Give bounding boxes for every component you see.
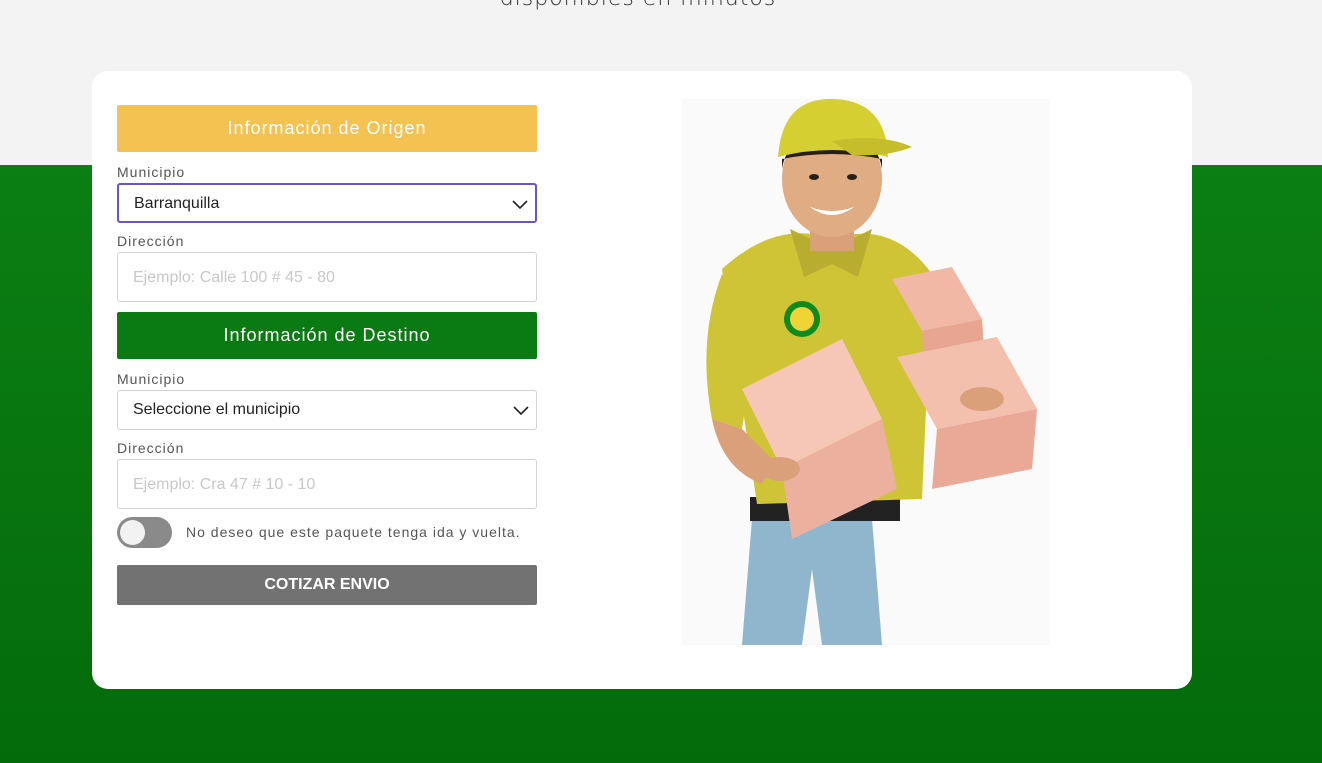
delivery-person-image <box>682 99 1050 645</box>
destination-header: Información de Destino <box>117 312 537 359</box>
destination-direccion-label: Dirección <box>117 440 185 456</box>
origin-direccion-placeholder: Ejemplo: Calle 100 # 45 - 80 <box>133 269 335 286</box>
toggle-knob <box>120 520 145 545</box>
chevron-down-icon <box>513 406 529 416</box>
origin-municipio-label: Municipio <box>117 164 186 180</box>
destination-direccion-input[interactable]: Ejemplo: Cra 47 # 10 - 10 <box>117 459 537 509</box>
chevron-down-icon <box>512 200 528 210</box>
destination-direccion-placeholder: Ejemplo: Cra 47 # 10 - 10 <box>133 476 316 493</box>
origin-direccion-label: Dirección <box>117 233 185 249</box>
hero-subtitle: disponibles en minutos <box>0 0 1276 11</box>
origin-municipio-select[interactable]: Barranquilla <box>117 183 537 223</box>
origin-municipio-value: Barranquilla <box>134 195 220 212</box>
round-trip-toggle[interactable] <box>117 517 172 548</box>
quote-card: Información de Origen Municipio Barranqu… <box>92 71 1192 689</box>
round-trip-label: No deseo que este paquete tenga ida y vu… <box>186 524 521 540</box>
origin-direccion-input[interactable]: Ejemplo: Calle 100 # 45 - 80 <box>117 252 537 302</box>
quote-button[interactable]: COTIZAR ENVIO <box>117 565 537 605</box>
destination-municipio-select[interactable]: Seleccione el municipio <box>117 390 537 430</box>
destination-municipio-value: Seleccione el municipio <box>133 401 301 418</box>
destination-municipio-label: Municipio <box>117 371 186 387</box>
origin-header: Información de Origen <box>117 105 537 152</box>
